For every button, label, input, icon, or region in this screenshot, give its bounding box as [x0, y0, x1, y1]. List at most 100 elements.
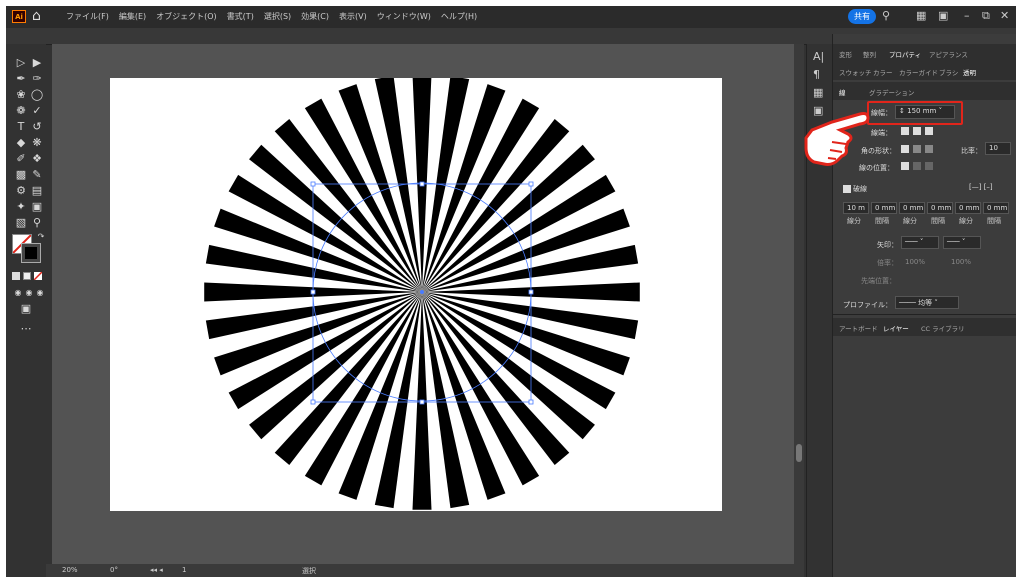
warp-tool-icon[interactable]: ❋ [30, 136, 44, 150]
pencil-tool-icon[interactable]: ✎ [30, 168, 44, 182]
tab-brushes[interactable]: ブラシ [939, 67, 958, 77]
dash-2[interactable]: 0 mm [899, 202, 925, 214]
tab-transform[interactable]: 変形 [839, 49, 852, 59]
gap-2[interactable]: 0 mm [927, 202, 953, 214]
zoom-level[interactable]: 20% [62, 566, 78, 574]
menu-view[interactable]: 表示(V) [339, 11, 367, 22]
butt-cap-icon[interactable] [901, 127, 909, 135]
scroll-thumb[interactable] [796, 444, 802, 462]
starburst-artwork[interactable] [110, 78, 722, 511]
slice-tool-icon[interactable]: ▧ [14, 216, 28, 230]
restore-icon[interactable]: ⧉ [982, 9, 990, 23]
tab-properties[interactable]: プロパティ [889, 49, 921, 59]
dashed-checkbox[interactable] [843, 185, 851, 193]
tab-cc-libraries[interactable]: CC ライブラリ [921, 323, 965, 333]
selection-handle[interactable] [528, 289, 534, 295]
arrange-icon[interactable]: ▦ [916, 9, 926, 22]
tab-gradient[interactable]: グラデーション [869, 87, 914, 97]
zoom-tool-icon[interactable]: ⚲ [30, 216, 44, 230]
ellipse-tool-icon[interactable]: ◯ [30, 88, 44, 102]
share-button[interactable]: 共有 [848, 9, 876, 24]
selection-handle[interactable] [310, 399, 316, 405]
tab-align[interactable]: 整列 [863, 49, 876, 59]
more-tools-icon[interactable]: ⋯ [19, 322, 33, 336]
selection-handle[interactable] [310, 289, 316, 295]
tab-artboards[interactable]: アートボード [839, 323, 878, 333]
character-icon[interactable]: A| [813, 50, 824, 63]
direct-selection-tool-icon[interactable]: ▶ [30, 56, 44, 70]
search-icon[interactable]: ⚲ [882, 9, 890, 22]
minimize-icon[interactable]: – [964, 9, 970, 22]
shape-builder-icon[interactable]: ❖ [30, 152, 44, 166]
paragraph-icon[interactable]: ¶ [813, 68, 820, 81]
align-outside-icon[interactable] [925, 162, 934, 170]
menu-object[interactable]: オブジェクト(O) [156, 11, 217, 22]
none-mode-icon[interactable] [33, 271, 43, 281]
align-inside-icon[interactable] [913, 162, 922, 170]
tab-appearance[interactable]: アピアランス [929, 49, 968, 59]
eyedropper-tool-icon[interactable]: ✐ [14, 152, 28, 166]
dash-exact-icon[interactable]: [—] [969, 183, 981, 191]
layers-stack-icon[interactable]: ▦ [813, 86, 823, 99]
dash-1[interactable]: 10 m [843, 202, 869, 214]
artboard-nav-icon[interactable]: ◂◂ ◂ [150, 566, 163, 574]
type-tool-icon[interactable]: T [14, 120, 28, 134]
dash-3[interactable]: 0 mm [955, 202, 981, 214]
artboard-tool-icon[interactable]: ▣ [30, 200, 44, 214]
profile-select[interactable]: ──── 均等 ˅ [895, 296, 959, 309]
tab-color-guide[interactable]: カラーガイド [899, 67, 938, 77]
symbol-tool-icon[interactable]: ❁ [14, 104, 28, 118]
pin-tool-icon[interactable]: ✦ [14, 200, 28, 214]
gap-1[interactable]: 0 mm [871, 202, 897, 214]
tab-stroke[interactable]: 線 [839, 87, 846, 97]
selection-handle[interactable] [419, 399, 425, 405]
arrow-scale-2[interactable]: 100% [951, 258, 971, 266]
selection-handle[interactable] [419, 181, 425, 187]
selection-handle[interactable] [528, 181, 534, 187]
draw-inside-icon[interactable]: ◉ [33, 286, 47, 300]
gap-3[interactable]: 0 mm [983, 202, 1009, 214]
curvature-tool-icon[interactable]: ✑ [30, 72, 44, 86]
limit-field[interactable]: 10 [985, 142, 1011, 155]
projecting-cap-icon[interactable] [925, 127, 934, 135]
screen-mode-icon[interactable]: ▣ [19, 302, 33, 316]
rotate-tool-icon[interactable]: ↺ [30, 120, 44, 134]
window-icon[interactable]: ▣ [938, 9, 948, 22]
gradient-tool-icon[interactable]: ▩ [14, 168, 28, 182]
stroke-swatch[interactable] [21, 243, 41, 263]
eraser-tool-icon[interactable]: ◆ [14, 136, 28, 150]
canvas-area[interactable] [52, 44, 804, 564]
color-mode-icon[interactable] [12, 272, 20, 280]
menu-window[interactable]: ウィンドウ(W) [377, 11, 431, 22]
menu-edit[interactable]: 編集(E) [119, 11, 146, 22]
menu-type[interactable]: 書式(T) [227, 11, 254, 22]
artboard-number[interactable]: 1 [182, 566, 186, 574]
home-icon[interactable]: ⌂ [32, 8, 41, 24]
arrow-start-select[interactable]: ─── ˅ [901, 236, 939, 249]
tab-color[interactable]: カラー [873, 67, 893, 77]
selection-handle[interactable] [528, 399, 534, 405]
graph-tool-icon[interactable]: ▤ [30, 184, 44, 198]
menu-select[interactable]: 選択(S) [264, 11, 291, 22]
brush-tool-icon[interactable]: ✓ [30, 104, 44, 118]
arrow-end-select[interactable]: ─── ˅ [943, 236, 981, 249]
swap-colors-icon[interactable]: ↷ [34, 230, 48, 244]
bevel-join-icon[interactable] [925, 145, 934, 153]
menu-file[interactable]: ファイル(F) [66, 11, 109, 22]
align-center-icon[interactable] [901, 162, 909, 170]
tab-layers[interactable]: レイヤー [883, 323, 909, 333]
arrow-scale-1[interactable]: 100% [905, 258, 925, 266]
blob-brush-icon[interactable]: ❀ [14, 88, 28, 102]
selection-handle[interactable] [310, 181, 316, 187]
miter-join-icon[interactable] [901, 145, 909, 153]
tab-transparency[interactable]: 透明 [963, 67, 976, 77]
round-join-icon[interactable] [913, 145, 922, 153]
blend-tool-icon[interactable]: ⚙ [14, 184, 28, 198]
gradient-mode-icon[interactable] [23, 272, 31, 280]
artboard[interactable] [110, 78, 722, 511]
close-icon[interactable]: ✕ [1000, 9, 1009, 22]
pen-tool-icon[interactable]: ✒ [14, 72, 28, 86]
round-cap-icon[interactable] [913, 127, 922, 135]
rotate-view[interactable]: 0° [110, 566, 118, 574]
menu-effect[interactable]: 効果(C) [301, 11, 329, 22]
